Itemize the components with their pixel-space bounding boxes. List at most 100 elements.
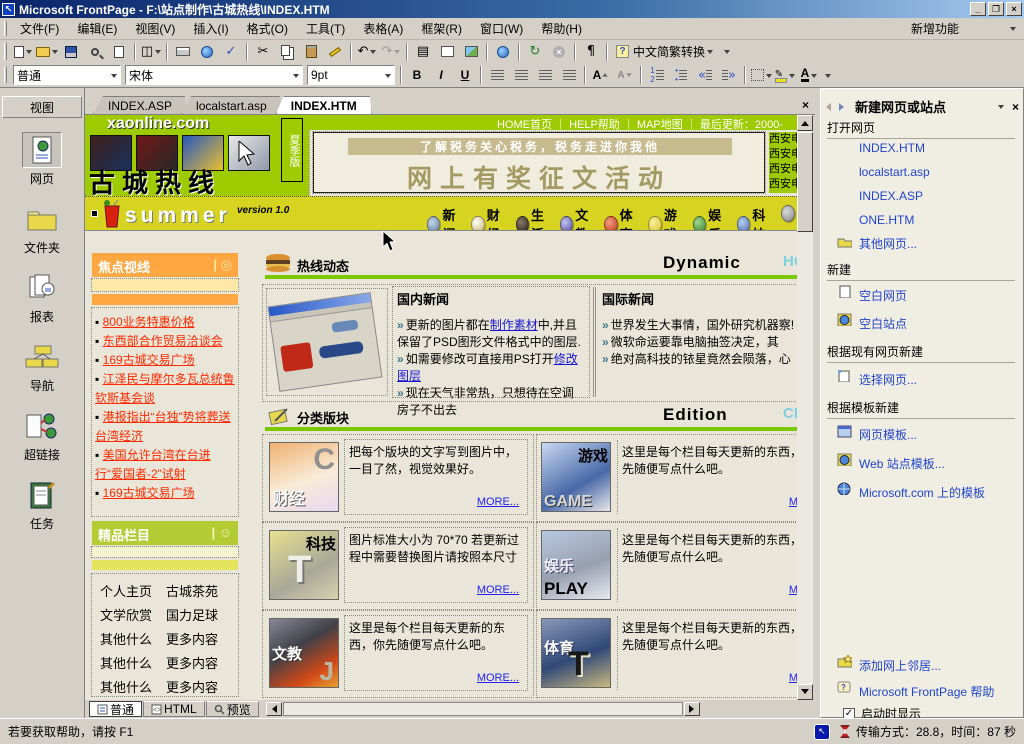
tab-index-asp[interactable]: INDEX.ASP — [93, 96, 187, 114]
copy-button[interactable] — [276, 42, 298, 62]
blank-page-link[interactable]: 空白网页 — [859, 287, 907, 304]
hscroll-left-button[interactable] — [266, 702, 282, 716]
tab-localstart-asp[interactable]: localstart.asp — [181, 96, 282, 114]
print-button[interactable] — [172, 42, 194, 62]
focus-link[interactable]: ▪ 港报指出“台独”势将葬送台湾经济 — [95, 408, 235, 446]
menu-window[interactable]: 窗口(W) — [471, 17, 532, 40]
insert-table-button[interactable] — [436, 42, 458, 62]
add-network-place-link[interactable]: 添加网上邻居... — [859, 657, 941, 674]
decrease-indent-button[interactable]: « — [694, 65, 716, 85]
font-combo[interactable]: 宋体 — [125, 65, 303, 85]
tab-html-view[interactable]: <> HTML — [143, 701, 205, 717]
underline-button[interactable]: U — [454, 65, 476, 85]
more-link[interactable]: MORE... — [789, 496, 797, 508]
menu-view[interactable]: 视图(V) — [126, 17, 184, 40]
menu-format[interactable]: 格式(O) — [238, 17, 297, 40]
chinese-convert-button[interactable]: ? 中文简繁转换 — [612, 42, 717, 62]
view-hyperlinks[interactable]: 超链接 — [0, 408, 84, 463]
choose-page-link[interactable]: 选择网页... — [859, 371, 917, 388]
insert-picture-button[interactable] — [460, 42, 482, 62]
view-navigation[interactable]: 导航 — [0, 339, 84, 394]
featured-link[interactable]: 更多内容 — [166, 676, 218, 696]
material-link[interactable]: 制作素材 — [490, 318, 538, 332]
featured-link[interactable]: 更多内容 — [166, 652, 218, 676]
close-page-icon[interactable]: × — [802, 98, 809, 112]
tech-tile[interactable]: 科技 T — [269, 530, 339, 600]
menu-file[interactable]: 文件(F) — [11, 17, 68, 40]
focus-link[interactable]: ▪ 东西部合作贸易洽谈会 — [95, 332, 235, 351]
increase-font-button[interactable]: A — [590, 65, 612, 85]
bold-button[interactable]: B — [406, 65, 428, 85]
horizontal-scrollbar[interactable] — [283, 702, 683, 716]
frontpage-help-link[interactable]: Microsoft FrontPage 帮助 — [859, 683, 994, 700]
featured-link[interactable]: 文学欣赏 — [100, 604, 166, 628]
open-file-link[interactable]: INDEX.ASP — [859, 189, 923, 203]
style-combo[interactable]: 普通 — [13, 65, 121, 85]
hyperlink-button[interactable] — [492, 42, 514, 62]
pane-back-icon[interactable] — [822, 103, 831, 111]
refresh-button[interactable]: ↻ — [524, 42, 546, 62]
italic-button[interactable]: I — [430, 65, 452, 85]
tab-preview-view[interactable]: 预览 — [206, 701, 259, 717]
more-link[interactable]: MORE... — [477, 672, 519, 684]
pane-splitter[interactable] — [815, 88, 820, 718]
nav-tech[interactable]: 科技 — [737, 205, 772, 231]
featured-link[interactable]: 其他什么 — [100, 676, 166, 696]
pane-menu-arrow-icon[interactable] — [998, 105, 1004, 112]
whats-new-menu[interactable]: 新增功能 — [902, 17, 968, 40]
page-template-link[interactable]: 网页模板... — [859, 426, 917, 443]
save-button[interactable] — [60, 42, 82, 62]
publish-button[interactable] — [108, 42, 130, 62]
pane-forward-icon[interactable] — [839, 103, 848, 111]
open-other-pages-link[interactable]: 其他网页... — [859, 235, 917, 252]
justify-button[interactable] — [558, 65, 580, 85]
align-center-button[interactable] — [510, 65, 532, 85]
open-file-link[interactable]: ONE.HTM — [859, 213, 914, 227]
sports-tile[interactable]: 体育 T — [541, 618, 611, 688]
featured-link[interactable]: 其他什么 — [100, 628, 166, 652]
bullet-list-button[interactable]: •• — [670, 65, 692, 85]
scroll-up-button[interactable] — [797, 115, 813, 131]
search-button[interactable] — [84, 42, 106, 62]
more-link[interactable]: MORE... — [789, 584, 797, 596]
featured-link[interactable]: 国力足球 — [166, 604, 218, 628]
vertical-scrollbar[interactable] — [797, 115, 813, 700]
games-tile[interactable]: 游戏 GAME — [541, 442, 611, 512]
spelling-button[interactable]: ✓ — [220, 42, 242, 62]
cut-button[interactable]: ✂ — [252, 42, 274, 62]
focus-link[interactable]: ▪ 169古城交易广场 — [95, 484, 235, 503]
decrease-font-button[interactable]: A — [614, 65, 636, 85]
ms-com-template-link[interactable]: Microsoft.com 上的模板 — [859, 484, 985, 501]
finance-tile[interactable]: C 财经 — [269, 442, 339, 512]
view-reports[interactable]: 报表 — [0, 270, 84, 325]
menu-tools[interactable]: 工具(T) — [297, 17, 354, 40]
more-buttons-arrow-icon[interactable] — [825, 74, 831, 81]
more-link[interactable]: MORE... — [789, 672, 797, 684]
borders-button[interactable] — [750, 65, 772, 85]
toolbar-options-arrow-icon[interactable] — [1010, 27, 1016, 34]
open-file-link[interactable]: INDEX.HTM — [859, 141, 925, 155]
view-page[interactable]: 网页 — [0, 132, 84, 187]
show-all-button[interactable]: ¶ — [580, 42, 602, 62]
tab-normal-view[interactable]: 普通 — [89, 701, 142, 717]
culture-tile[interactable]: 文教 J — [269, 618, 339, 688]
microsoft-templates-link[interactable]: Web 站点模板... — [859, 455, 945, 472]
featured-link[interactable]: 个人主页 — [100, 580, 166, 604]
banner-ad[interactable]: 了解税务关心税务，税务走进你我他 网上有奖征文活动 — [313, 132, 765, 193]
nav-news[interactable]: 新闻 — [427, 205, 462, 231]
page-edit-canvas[interactable]: xaonline.com 夏季版 古城热线 HOME首页 ｜ HELP帮助 ｜ … — [85, 115, 797, 700]
increase-indent-button[interactable]: » — [718, 65, 740, 85]
font-color-button[interactable]: A — [798, 65, 820, 85]
toolbar-grip[interactable] — [4, 43, 7, 59]
menu-help[interactable]: 帮助(H) — [532, 17, 591, 40]
focus-link[interactable]: ▪ 江泽民与摩尔多瓦总统鲁钦斯基会谈 — [95, 370, 235, 408]
preview-in-browser-button[interactable] — [196, 42, 218, 62]
featured-link[interactable]: 古城茶苑 — [166, 580, 218, 604]
blank-site-link[interactable]: 空白站点 — [859, 315, 907, 332]
more-link[interactable]: MORE... — [477, 584, 519, 596]
entertainment-tile[interactable]: 娱乐 PLAY — [541, 530, 611, 600]
focus-link[interactable]: ▪ 美国允许台湾在台进行“爱国者-2”试射 — [95, 446, 235, 484]
more-link[interactable]: MORE... — [477, 496, 519, 508]
nav-finance[interactable]: 财经 — [471, 205, 506, 231]
nav-life[interactable]: 生活 — [516, 205, 551, 231]
